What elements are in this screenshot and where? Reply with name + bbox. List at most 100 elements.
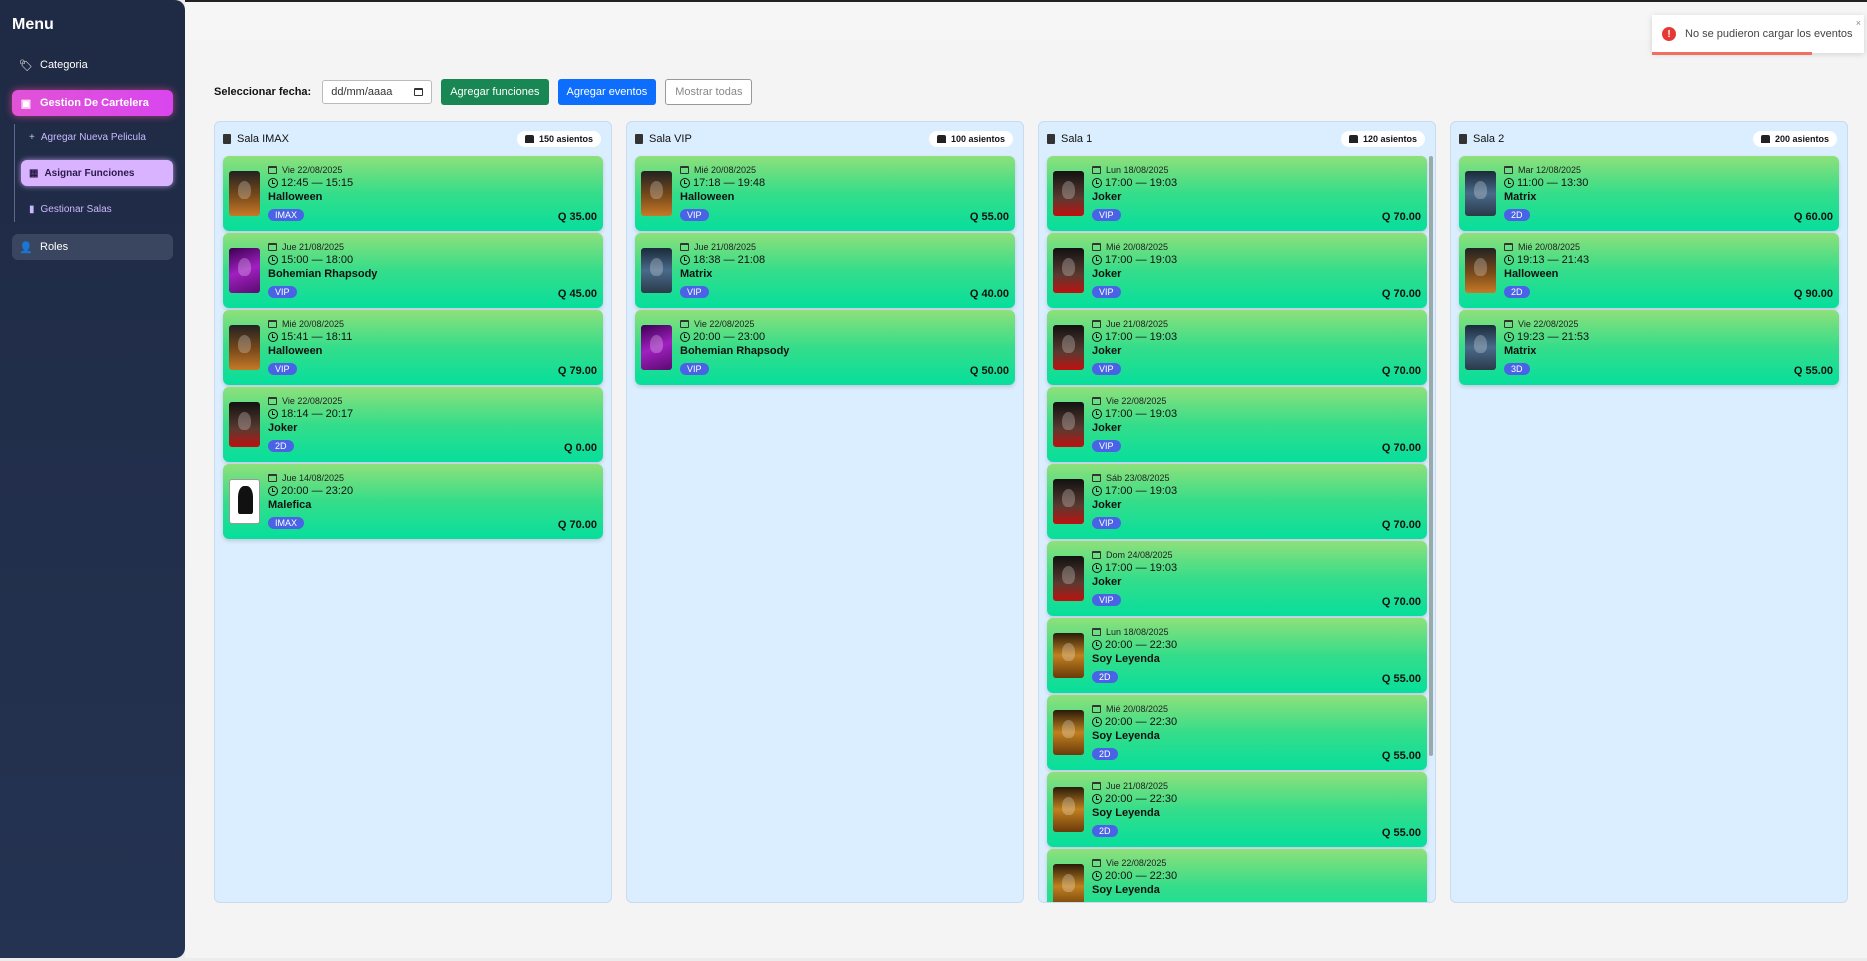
function-date: Lun 18/08/2025 <box>1092 627 1421 637</box>
movie-poster <box>641 325 672 370</box>
date-input[interactable]: dd/mm/aaaa <box>322 80 433 104</box>
show-all-button[interactable]: Mostrar todas <box>665 79 753 105</box>
function-card[interactable]: Mié 20/08/2025 17:00 — 19:03 Joker VIP Q… <box>1047 233 1427 308</box>
calendar-icon <box>1092 319 1101 328</box>
function-info: Vie 22/08/2025 19:23 — 21:53 Matrix 3D <box>1504 319 1833 377</box>
user-icon: 👤 <box>19 241 33 254</box>
movie-poster <box>229 248 260 293</box>
calendar-icon <box>268 473 277 482</box>
movie-title: Soy Leyenda <box>1092 883 1160 896</box>
function-info: Mar 12/08/2025 11:00 — 13:30 Matrix 2D <box>1504 165 1833 223</box>
function-time: 17:00 — 19:03 <box>1092 408 1421 420</box>
function-card[interactable]: Lun 18/08/2025 17:00 — 19:03 Joker VIP Q… <box>1047 156 1427 231</box>
format-badge: VIP <box>1092 593 1121 606</box>
function-price: Q 60.00 <box>1793 211 1833 223</box>
function-time-text: 19:13 — 21:43 <box>1517 253 1590 266</box>
movie-title: Halloween <box>1504 267 1559 280</box>
movie-title: Halloween <box>268 344 323 357</box>
function-price: Q 50.00 <box>969 365 1009 377</box>
calendar-icon <box>680 165 689 174</box>
function-time: 17:18 — 19:48 <box>680 177 1009 189</box>
function-date-text: Jue 21/08/2025 <box>1106 780 1169 791</box>
function-time: 18:14 — 20:17 <box>268 408 597 420</box>
function-card[interactable]: Mar 12/08/2025 11:00 — 13:30 Matrix 2D Q… <box>1459 156 1839 231</box>
movie-title: Joker <box>1092 190 1122 203</box>
add-functions-button[interactable]: Agregar funciones <box>441 79 549 105</box>
function-card[interactable]: Dom 24/08/2025 17:00 — 19:03 Joker VIP Q… <box>1047 541 1427 616</box>
function-date-text: Sáb 23/08/2025 <box>1106 472 1170 483</box>
function-list: Mar 12/08/2025 11:00 — 13:30 Matrix 2D Q… <box>1451 156 1847 385</box>
clock-icon <box>1092 254 1102 265</box>
function-card[interactable]: Mié 20/08/2025 17:18 — 19:48 Halloween V… <box>635 156 1015 231</box>
movie-title: Halloween <box>680 190 735 203</box>
sidebar-subitem-asignar-funciones[interactable]: ▦ Asignar Funciones <box>21 160 173 186</box>
function-info: Vie 22/08/2025 20:00 — 23:00 Bohemian Rh… <box>680 319 1009 377</box>
sidebar-item-roles[interactable]: 👤 Roles <box>12 234 173 260</box>
sala-column: Sala 2 200 asientos Mar 12/08/2025 11:00… <box>1450 121 1848 903</box>
function-card[interactable]: Jue 21/08/2025 20:00 — 22:30 Soy Leyenda… <box>1047 772 1427 847</box>
sidebar-item-categoria[interactable]: 🏷 Categoria <box>12 52 173 78</box>
function-date-text: Mié 20/08/2025 <box>282 318 345 329</box>
function-card[interactable]: Jue 21/08/2025 15:00 — 18:00 Bohemian Rh… <box>223 233 603 308</box>
function-card[interactable]: Jue 21/08/2025 18:38 — 21:08 Matrix VIP … <box>635 233 1015 308</box>
sidebar-item-label: Gestion De Cartelera <box>40 97 149 109</box>
function-date: Mié 20/08/2025 <box>680 165 1009 175</box>
function-card[interactable]: Jue 14/08/2025 20:00 — 23:20 Malefica IM… <box>223 464 603 539</box>
function-card[interactable]: Vie 22/08/2025 19:23 — 21:53 Matrix 3D Q… <box>1459 310 1839 385</box>
movie-title: Malefica <box>268 498 312 511</box>
function-date: Mié 20/08/2025 <box>1092 704 1421 714</box>
function-card[interactable]: Sáb 23/08/2025 17:00 — 19:03 Joker VIP Q… <box>1047 464 1427 539</box>
function-card[interactable]: Mié 20/08/2025 20:00 — 22:30 Soy Leyenda… <box>1047 695 1427 770</box>
format-badge: IMAX <box>268 516 305 529</box>
close-icon[interactable]: × <box>1856 18 1861 28</box>
movie-poster <box>229 402 260 447</box>
sidebar-subitem-label: Gestionar Salas <box>40 203 112 215</box>
sidebar-subitem-agregar-pelicula[interactable]: + Agregar Nueva Pelicula <box>21 124 173 150</box>
function-date: Dom 24/08/2025 <box>1092 550 1421 560</box>
building-icon <box>223 134 231 144</box>
function-card[interactable]: Vie 22/08/2025 20:00 — 22:30 Soy Leyenda… <box>1047 849 1427 902</box>
function-card[interactable]: Vie 22/08/2025 18:14 — 20:17 Joker 2D Q … <box>223 387 603 462</box>
function-price: Q 55.00 <box>1793 365 1833 377</box>
movie-poster <box>1465 248 1496 293</box>
function-info: Sáb 23/08/2025 17:00 — 19:03 Joker VIP <box>1092 473 1421 531</box>
calendar-icon[interactable] <box>414 88 424 96</box>
main-content: Seleccionar fecha: dd/mm/aaaa Agregar fu… <box>185 40 1867 958</box>
clock-icon <box>1092 331 1102 342</box>
function-card[interactable]: Mié 20/08/2025 15:41 — 18:11 Halloween V… <box>223 310 603 385</box>
clock-icon <box>680 331 690 342</box>
function-card[interactable]: Lun 18/08/2025 20:00 — 22:30 Soy Leyenda… <box>1047 618 1427 693</box>
function-time-text: 20:00 — 22:30 <box>1105 715 1178 728</box>
sidebar-subitem-gestionar-salas[interactable]: ▮ Gestionar Salas <box>21 196 173 222</box>
sidebar-item-gestion-cartelera[interactable]: ▣ Gestion De Cartelera <box>12 90 173 116</box>
function-card[interactable]: Vie 22/08/2025 20:00 — 23:00 Bohemian Rh… <box>635 310 1015 385</box>
function-date: Vie 22/08/2025 <box>680 319 1009 329</box>
calendar-icon <box>1504 165 1513 174</box>
movie-title: Bohemian Rhapsody <box>268 267 378 280</box>
function-card[interactable]: Mié 20/08/2025 19:13 — 21:43 Halloween 2… <box>1459 233 1839 308</box>
function-time: 12:45 — 15:15 <box>268 177 597 189</box>
sala-column: Sala VIP 100 asientos Mié 20/08/2025 17:… <box>626 121 1024 903</box>
function-info: Dom 24/08/2025 17:00 — 19:03 Joker VIP <box>1092 550 1421 608</box>
function-date-text: Vie 22/08/2025 <box>694 318 755 329</box>
function-time: 20:00 — 23:20 <box>268 485 597 497</box>
function-card[interactable]: Vie 22/08/2025 17:00 — 19:03 Joker VIP Q… <box>1047 387 1427 462</box>
function-info: Jue 21/08/2025 20:00 — 22:30 Soy Leyenda… <box>1092 781 1421 839</box>
function-date: Vie 22/08/2025 <box>1092 396 1421 406</box>
function-info: Mié 20/08/2025 20:00 — 22:30 Soy Leyenda… <box>1092 704 1421 762</box>
clock-icon <box>268 485 278 496</box>
scrollbar[interactable] <box>1429 156 1433 756</box>
function-time: 19:13 — 21:43 <box>1504 254 1833 266</box>
movie-poster <box>1053 171 1084 216</box>
clock-icon <box>268 331 278 342</box>
function-card[interactable]: Jue 21/08/2025 17:00 — 19:03 Joker VIP Q… <box>1047 310 1427 385</box>
function-date-text: Mié 20/08/2025 <box>1106 703 1169 714</box>
function-card[interactable]: Vie 22/08/2025 12:45 — 15:15 Halloween I… <box>223 156 603 231</box>
add-events-button[interactable]: Agregar eventos <box>557 79 657 105</box>
sala-name: Sala 2 <box>1473 133 1505 145</box>
seats-count: 100 asientos <box>950 134 1005 144</box>
function-date-text: Jue 21/08/2025 <box>694 241 757 252</box>
function-time-text: 11:00 — 13:30 <box>1517 176 1589 189</box>
clock-icon <box>1092 177 1102 188</box>
function-time-text: 17:00 — 19:03 <box>1105 176 1178 189</box>
